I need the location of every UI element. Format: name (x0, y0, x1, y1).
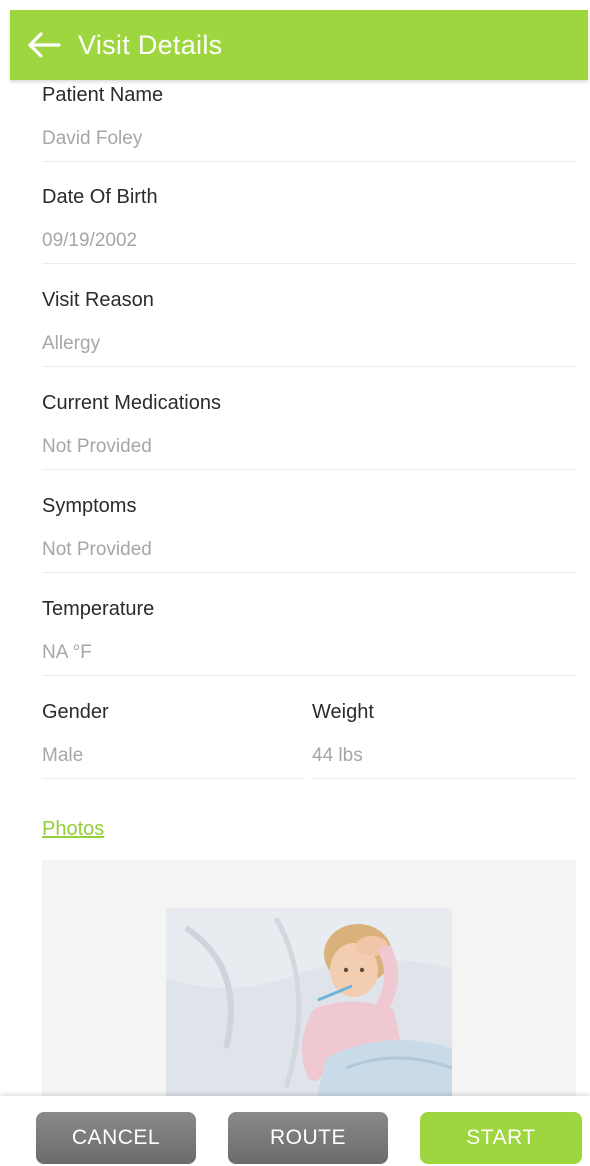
page-title: Visit Details (78, 29, 223, 60)
patient-name-label: Patient Name (42, 84, 164, 106)
temperature-field: Temperature NA °F (42, 598, 576, 676)
photos-link[interactable]: Photos (42, 818, 104, 841)
app-header: Visit Details (10, 10, 588, 80)
date-of-birth-field: Date Of Birth 09/19/2002 (42, 186, 576, 264)
visit-reason-label: Visit Reason (42, 289, 154, 311)
weight-label: Weight (312, 701, 374, 723)
start-button[interactable]: START (420, 1112, 582, 1164)
weight-field: Weight 44 lbs (312, 701, 576, 779)
route-button[interactable]: ROUTE (228, 1112, 388, 1164)
date-of-birth-label: Date Of Birth (42, 186, 158, 208)
visit-reason-value: Allergy (42, 333, 101, 354)
temperature-label: Temperature (42, 598, 155, 620)
weight-value: 44 lbs (312, 745, 363, 766)
date-of-birth-value: 09/19/2002 (42, 230, 138, 251)
gender-field: Gender Male (42, 701, 304, 779)
symptoms-value: Not Provided (42, 539, 152, 560)
current-medications-field: Current Medications Not Provided (42, 392, 576, 470)
photos-panel (42, 860, 576, 1100)
cancel-button[interactable]: CANCEL (36, 1112, 196, 1164)
action-bar: CANCEL ROUTE START (0, 1096, 590, 1166)
current-medications-value: Not Provided (42, 436, 152, 457)
patient-photo[interactable] (166, 908, 452, 1100)
gender-label: Gender (42, 701, 109, 723)
temperature-value: NA °F (42, 642, 92, 663)
patient-name-value: David Foley (42, 128, 143, 149)
current-medications-label: Current Medications (42, 392, 221, 414)
patient-name-field: Patient Name David Foley (42, 84, 576, 162)
visit-reason-field: Visit Reason Allergy (42, 289, 576, 367)
symptoms-field: Symptoms Not Provided (42, 495, 576, 573)
gender-value: Male (42, 745, 84, 766)
arrow-left-icon[interactable] (24, 25, 64, 65)
symptoms-label: Symptoms (42, 495, 137, 517)
